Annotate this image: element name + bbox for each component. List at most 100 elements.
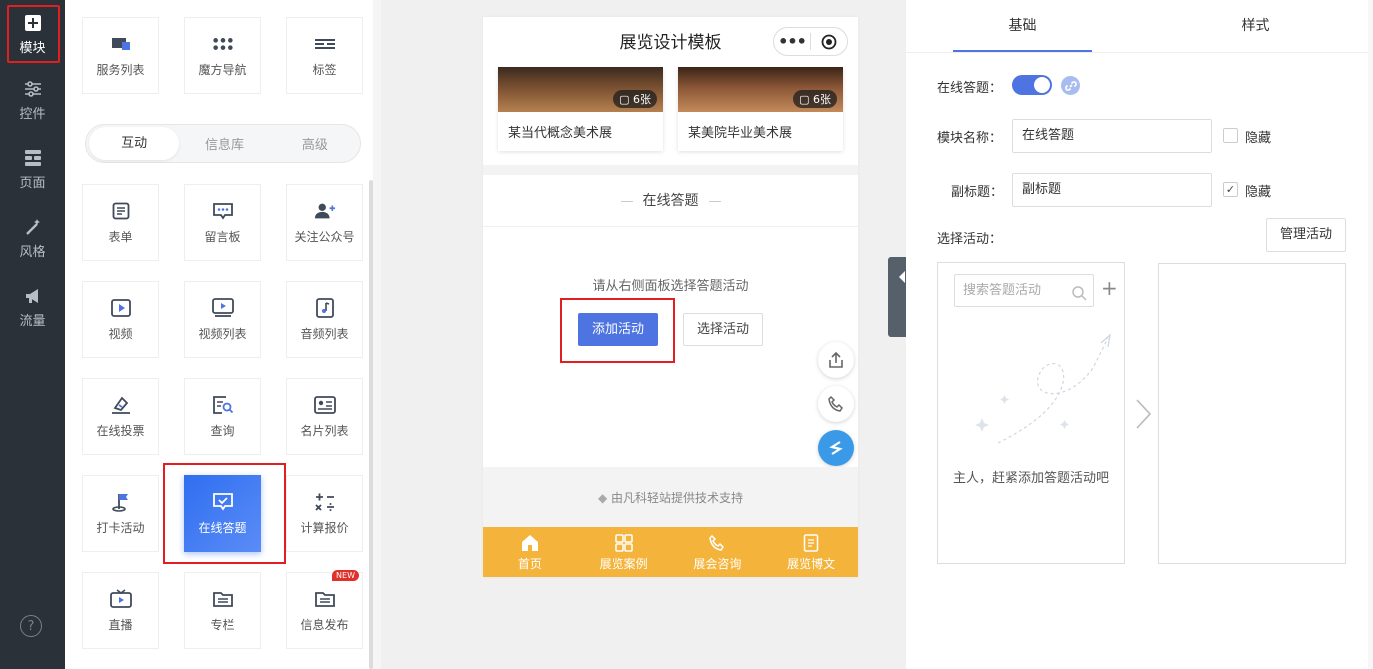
add-icon[interactable]: + [1101, 277, 1118, 299]
message-board-icon [212, 200, 234, 222]
follow-user-icon [314, 200, 336, 222]
tab-cases[interactable]: 展览案例 [577, 527, 671, 577]
empty-rocket-illustration [975, 333, 1111, 444]
photo-count: ▢ 6张 [793, 90, 837, 108]
checkin-flag-icon [110, 491, 132, 513]
tile-label: 视频 [108, 327, 133, 341]
search-activity-input[interactable]: 搜索答题活动 [954, 274, 1094, 307]
tab-advanced[interactable]: 高级 [270, 134, 360, 153]
module-tile[interactable]: 信息发布 NEW [286, 570, 363, 649]
manage-activity-button[interactable]: 管理活动 [1266, 218, 1346, 252]
nav-label: 页面 [19, 175, 46, 191]
tab-articles[interactable]: 展览博文 [764, 527, 858, 577]
nav-item-traffic[interactable]: 流量 [0, 276, 65, 338]
query-icon [212, 394, 234, 416]
collapse-panel-handle[interactable] [888, 257, 906, 337]
grid-four-icon [614, 533, 634, 553]
photo-card[interactable]: ▢ 6张 某当代概念美术展 [498, 67, 663, 151]
tab-label: 展览案例 [599, 556, 648, 571]
photo-count-value: 6张 [813, 93, 831, 106]
tab-style[interactable]: 样式 [1186, 0, 1325, 52]
brand-logo-icon [829, 441, 843, 455]
module-tile[interactable]: 专栏 [184, 572, 261, 649]
call-button[interactable] [818, 386, 854, 422]
nav-item-style[interactable]: 风格 [0, 207, 65, 269]
module-tile[interactable]: 标签 [286, 17, 363, 94]
close-circle-icon[interactable] [811, 34, 847, 50]
tab-interactive[interactable]: 互动 [89, 127, 180, 160]
tab-label: 首页 [517, 556, 542, 571]
chevron-right-icon[interactable] [1134, 398, 1152, 434]
nav-item-pages[interactable]: 页面 [0, 138, 65, 200]
module-name-label: 模块名称： [937, 131, 1003, 146]
vote-icon [110, 394, 132, 416]
help-icon[interactable]: ? [20, 615, 42, 637]
tab-home[interactable]: 首页 [483, 527, 577, 577]
module-category-tabs: 互动 信息库 高级 [85, 124, 361, 163]
tile-label: 信息发布 [300, 618, 349, 632]
module-tile[interactable]: 表单 [82, 184, 159, 261]
select-activity-button[interactable]: 选择活动 [683, 313, 763, 346]
tile-label: 留言板 [204, 230, 241, 244]
tab-label: 展会咨询 [693, 556, 742, 571]
link-icon[interactable] [1061, 76, 1080, 95]
module-tile[interactable]: 服务列表 [82, 17, 159, 94]
tile-label: 魔方导航 [198, 63, 247, 77]
calculator-icon [314, 491, 336, 513]
module-tile[interactable]: 音频列表 [286, 281, 363, 358]
module-tile[interactable]: 留言板 [184, 184, 261, 261]
empty-state-text: 主人，赶紧添加答题活动吧 [952, 471, 1109, 486]
megaphone-icon [23, 286, 43, 306]
card-list-icon [313, 394, 336, 416]
tile-label: 关注公众号 [294, 230, 355, 244]
photo-count-value: 6张 [633, 93, 651, 106]
grid-dots-icon [212, 33, 234, 55]
exhibition-photo: ▢ 6张 [678, 67, 843, 112]
online-quiz-toggle[interactable] [1012, 75, 1052, 95]
more-icon[interactable]: ••• [774, 32, 810, 51]
module-tile[interactable]: 名片列表 [286, 378, 363, 455]
module-tile[interactable]: 直播 [82, 572, 159, 649]
module-tile[interactable]: 查询 [184, 378, 261, 455]
photo-card[interactable]: ▢ 6张 某美院毕业美术展 [678, 67, 843, 151]
highlight-box [7, 5, 60, 63]
module-tile[interactable]: 魔方导航 [184, 17, 261, 94]
hide-label: 隐藏 [1245, 185, 1272, 200]
activity-selected-list [1158, 263, 1346, 564]
search-icon[interactable] [1071, 282, 1087, 313]
module-tile[interactable]: 关注公众号 [286, 184, 363, 261]
module-name-hide-checkbox[interactable] [1223, 128, 1238, 143]
nav-label: 控件 [19, 106, 46, 122]
subtitle-hide-checkbox[interactable]: ✓ [1223, 182, 1238, 197]
nav-item-controls[interactable]: 控件 [0, 69, 65, 131]
section-divider [483, 165, 858, 175]
home-icon [520, 533, 540, 553]
tile-label: 表单 [108, 230, 133, 244]
tile-label: 服务列表 [96, 63, 145, 77]
share-button[interactable] [818, 342, 854, 378]
module-tile[interactable]: 计算报价 [286, 475, 363, 552]
module-tile[interactable]: 在线投票 [82, 378, 159, 455]
tile-label: 标签 [312, 63, 337, 77]
tab-label: 展览博文 [787, 556, 836, 571]
module-name-input[interactable]: 在线答题 [1012, 119, 1212, 153]
mini-program-capsule[interactable]: ••• [773, 27, 848, 56]
phone-icon [828, 395, 843, 412]
highlight-box [560, 298, 675, 363]
brand-button[interactable] [818, 430, 854, 466]
search-placeholder: 搜索答题活动 [963, 283, 1042, 298]
online-quiz-label: 在线答题： [937, 81, 1003, 96]
module-panel-scrollbar[interactable] [369, 180, 373, 669]
settings-scrollbar[interactable] [1368, 0, 1373, 669]
tab-basic[interactable]: 基础 [953, 0, 1092, 52]
tab-info-library[interactable]: 信息库 [179, 134, 269, 153]
panel-gap [373, 0, 381, 669]
module-tile[interactable]: 打卡活动 [82, 475, 159, 552]
tab-consult[interactable]: 展会咨询 [671, 527, 765, 577]
subtitle-input[interactable]: 副标题 [1012, 173, 1212, 207]
footer-text: 由凡科轻站提供技术支持 [611, 491, 744, 505]
service-list-icon [110, 33, 132, 55]
module-tile[interactable]: 视频 [82, 281, 159, 358]
tile-label: 在线投票 [96, 424, 145, 438]
module-tile[interactable]: 视频列表 [184, 281, 261, 358]
